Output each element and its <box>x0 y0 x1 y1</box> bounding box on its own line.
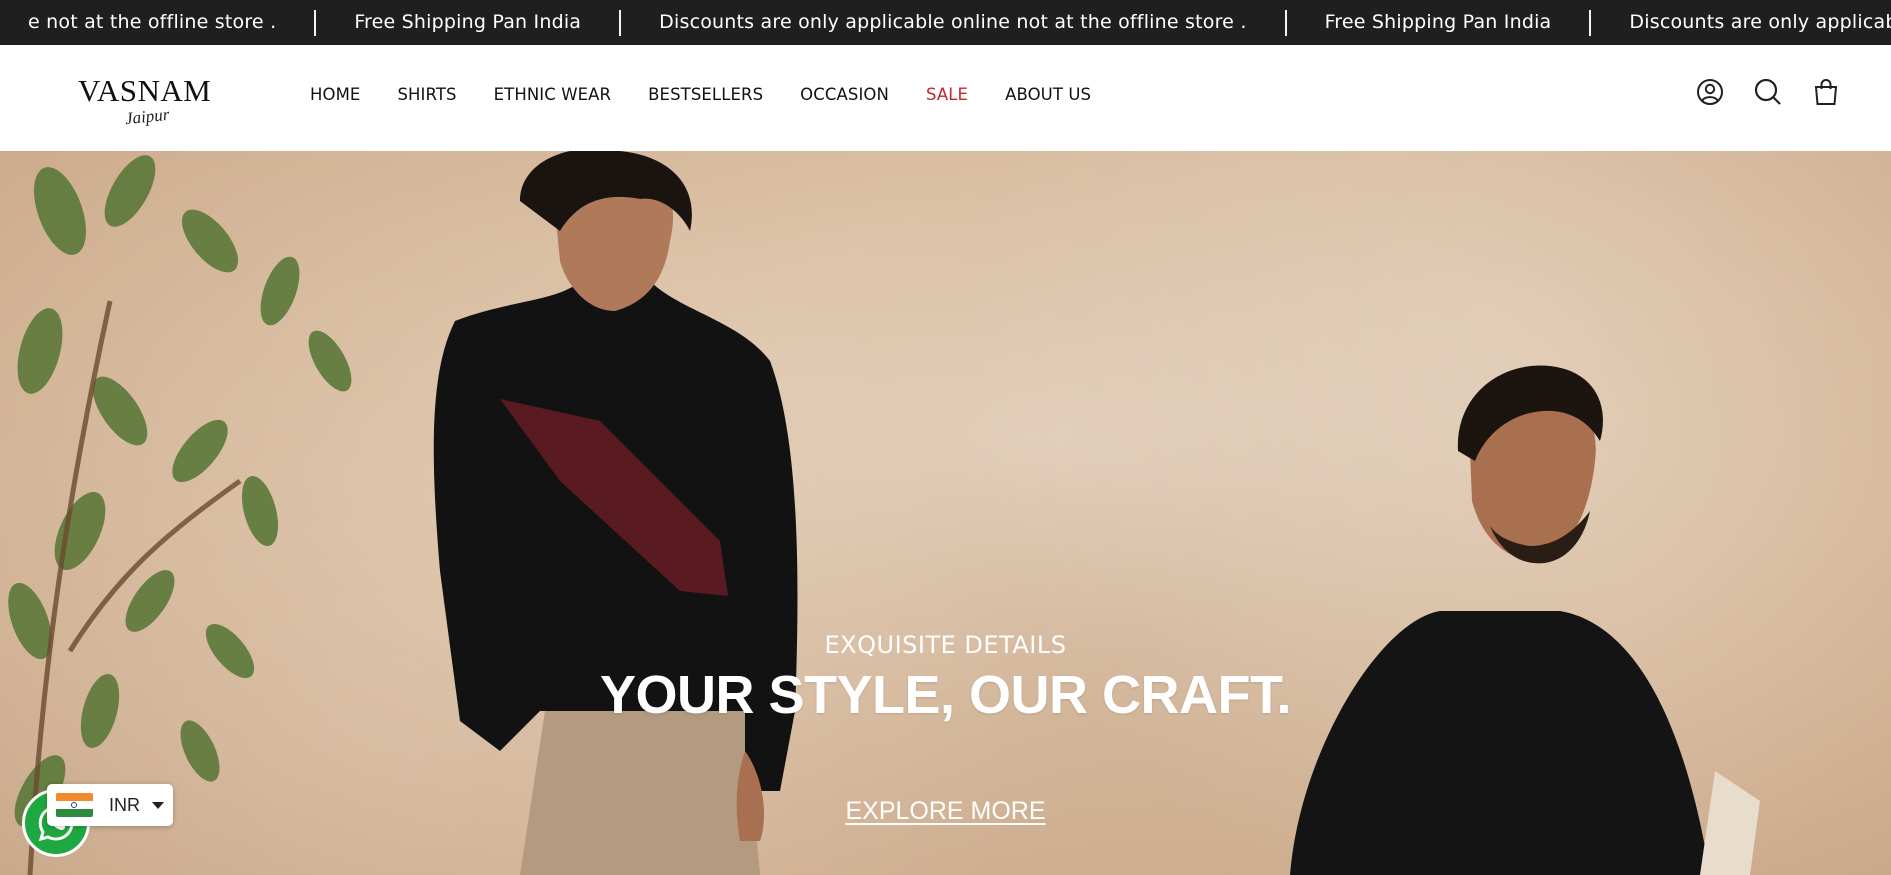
cart-icon[interactable] <box>1811 77 1841 107</box>
nav-item-about-us[interactable]: ABOUT US <box>1005 85 1091 104</box>
announcement-divider <box>619 9 622 36</box>
announcement-divider <box>1284 9 1287 36</box>
brand-logo[interactable]: VASNAM Jaipur <box>78 73 218 133</box>
caret-down-icon <box>152 801 164 809</box>
hero-headline: YOUR STYLE, OUR CRAFT. <box>599 665 1292 725</box>
hero-eyebrow: EXQUISITE DETAILS <box>824 631 1067 659</box>
hero-cta-wrap: EXPLORE MORE <box>0 797 1891 826</box>
account-icon[interactable] <box>1695 77 1725 107</box>
nav-item-ethnic-wear[interactable]: ETHNIC WEAR <box>494 85 611 104</box>
nav-item-sale[interactable]: SALE <box>926 85 968 104</box>
search-icon[interactable] <box>1753 77 1783 107</box>
nav-item-bestsellers[interactable]: BESTSELLERS <box>648 85 763 104</box>
announcement-divider <box>1589 9 1592 36</box>
announcement-message: Discounts are only applicable online not… <box>659 11 1247 33</box>
main-nav: HOME SHIRTS ETHNIC WEAR BESTSELLERS OCCA… <box>310 85 1128 104</box>
logo-wordmark: VASNAM <box>78 73 212 108</box>
announcement-track: e not at the offline store . Free Shippi… <box>0 0 1891 45</box>
hero-image <box>8 151 1760 875</box>
india-flag-icon <box>56 793 93 817</box>
announcement-message: Discounts are only applicable online not… <box>1629 11 1891 33</box>
model-left <box>433 151 798 875</box>
logo-tagline: Jaipur <box>124 104 171 129</box>
hero-banner: EXQUISITE DETAILS YOUR STYLE, OUR CRAFT.… <box>0 151 1891 875</box>
plant-illustration <box>8 155 352 827</box>
nav-item-occasion[interactable]: OCCASION <box>800 85 889 104</box>
currency-selector[interactable]: INR <box>47 784 173 826</box>
announcement-divider <box>314 9 317 36</box>
announcement-bar: e not at the offline store . Free Shippi… <box>0 0 1891 45</box>
announcement-message: e not at the offline store . <box>28 11 277 33</box>
explore-more-link[interactable]: EXPLORE MORE <box>845 797 1045 825</box>
header-actions <box>1695 77 1841 107</box>
announcement-message: Free Shipping Pan India <box>1324 11 1552 33</box>
nav-item-home[interactable]: HOME <box>310 85 360 104</box>
nav-item-shirts[interactable]: SHIRTS <box>397 85 456 104</box>
announcement-message: Free Shipping Pan India <box>354 11 582 33</box>
site-header: VASNAM Jaipur HOME SHIRTS ETHNIC WEAR BE… <box>0 45 1891 151</box>
currency-code: INR <box>109 794 140 815</box>
